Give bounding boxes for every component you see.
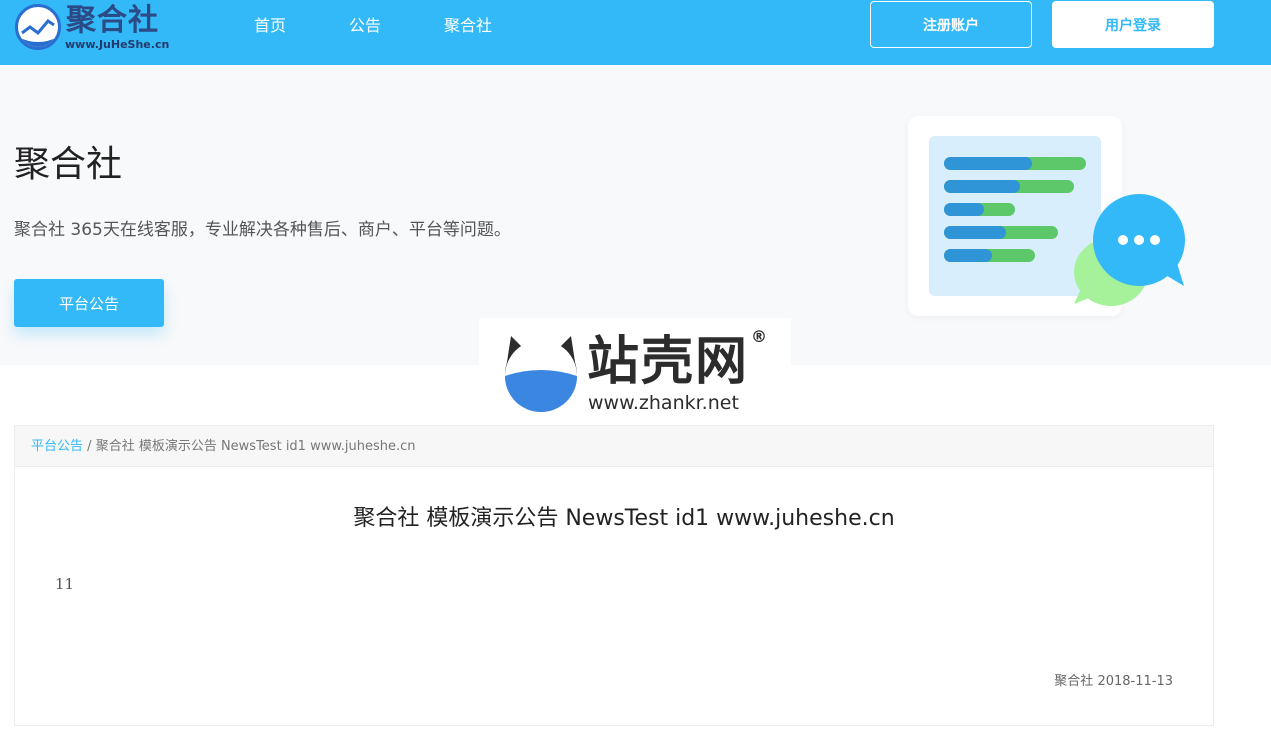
breadcrumb: 平台公告 / 聚合社 模板演示公告 NewsTest id1 www.juhes… — [15, 426, 1213, 467]
top-navigation-bar: 聚合社 www.JuHeShe.cn 首页 公告 聚合社 注册账户 用户登录 — [0, 0, 1271, 65]
article-body: 11 — [55, 575, 75, 593]
nav-juheshe[interactable]: 聚合社 — [444, 15, 492, 37]
logo-graph-icon — [18, 19, 58, 47]
article-title: 聚合社 模板演示公告 NewsTest id1 www.juheshe.cn — [353, 506, 895, 531]
hero-description: 聚合社 365天在线客服，专业解决各种售后、商户、平台等问题。 — [14, 220, 511, 240]
article-meta: 聚合社 2018-11-13 — [1054, 670, 1173, 689]
breadcrumb-link[interactable]: 平台公告 — [31, 439, 83, 454]
platform-announcement-button[interactable]: 平台公告 — [14, 279, 164, 327]
watermark-url: www.zhankr.net — [588, 392, 739, 414]
nav-announcements[interactable]: 公告 — [349, 15, 381, 37]
breadcrumb-separator: / — [87, 439, 92, 454]
register-button[interactable]: 注册账户 — [870, 1, 1032, 48]
nav-home[interactable]: 首页 — [254, 15, 286, 37]
article-author: 聚合社 — [1054, 674, 1094, 689]
site-logo-icon — [15, 4, 61, 50]
login-button[interactable]: 用户登录 — [1052, 1, 1214, 48]
illustration-bars — [944, 157, 1185, 306]
watermark-name: 站壳网 — [587, 332, 750, 392]
chat-bubble-icon — [1074, 194, 1185, 306]
article-date: 2018-11-13 — [1097, 674, 1173, 689]
site-logo[interactable]: 聚合社 www.JuHeShe.cn — [12, 2, 182, 54]
watermark-registered: ® — [751, 327, 767, 346]
hero-title: 聚合社 — [14, 144, 123, 185]
logo-text: 聚合社 — [66, 3, 159, 38]
cat-logo-icon — [505, 336, 577, 412]
logo-url: www.JuHeShe.cn — [65, 38, 170, 51]
breadcrumb-current: 聚合社 模板演示公告 NewsTest id1 www.juheshe.cn — [95, 439, 416, 454]
zhankr-watermark: 站壳网 ® www.zhankr.net — [479, 318, 791, 432]
announcement-panel: 平台公告 / 聚合社 模板演示公告 NewsTest id1 www.juhes… — [14, 425, 1214, 726]
